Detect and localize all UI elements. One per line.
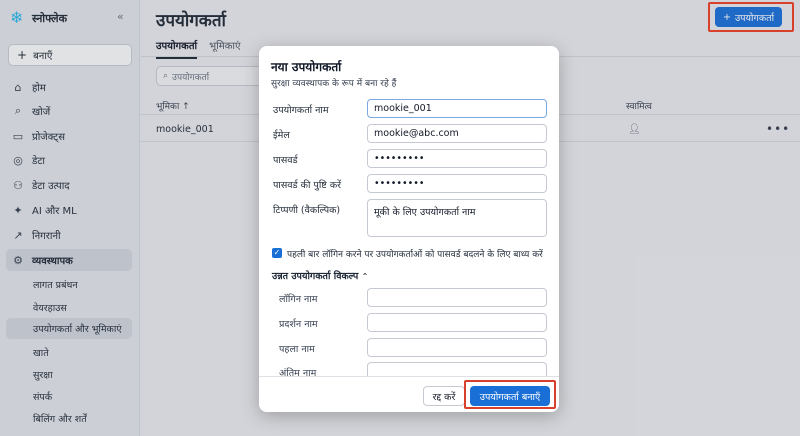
cancel-button[interactable]: रद्द करें: [423, 386, 465, 406]
highlight-box-create-user: [708, 2, 794, 32]
email-label: ईमेल: [273, 130, 290, 141]
dialog-title: नया उपयोगकर्ता: [271, 60, 342, 74]
username-label: उपयोगकर्ता नाम: [273, 105, 329, 116]
advanced-options-label: उन्नत उपयोगकर्ता विकल्प: [272, 271, 359, 282]
new-user-dialog: नया उपयोगकर्ता सुरक्षा व्यवस्थापक के रूप…: [259, 46, 559, 412]
first-name-label: पहला नाम: [279, 344, 315, 355]
comment-label: टिप्पणी (वैकल्पिक): [273, 205, 341, 216]
username-field[interactable]: mookie_001: [367, 99, 547, 118]
advanced-options-toggle[interactable]: उन्नत उपयोगकर्ता विकल्प ⌃: [272, 269, 368, 282]
dialog-subtitle: सुरक्षा व्यवस्थापक के रूप में बना रहे है…: [271, 79, 397, 89]
force-reset-label: पहली बार लॉगिन करने पर उपयोगकर्ताओं को प…: [287, 250, 543, 260]
confirm-password-field[interactable]: •••••••••: [367, 174, 547, 193]
email-field[interactable]: mookie@abc.com: [367, 124, 547, 143]
password-label: पासवर्ड: [273, 155, 298, 166]
first-name-field[interactable]: [367, 338, 547, 357]
password-field[interactable]: •••••••••: [367, 149, 547, 168]
force-reset-checkbox[interactable]: ✓: [272, 248, 282, 258]
comment-field[interactable]: मूकी के लिए उपयोगकर्ता नाम: [367, 199, 547, 237]
highlight-box-submit: [464, 380, 556, 409]
display-name-field[interactable]: [367, 313, 547, 332]
display-name-label: प्रदर्शन नाम: [279, 319, 318, 330]
login-name-label: लॉगिन नाम: [279, 294, 318, 305]
confirm-password-label: पासवर्ड की पुष्टि करें: [273, 180, 342, 191]
chevron-up-icon: ⌃: [361, 272, 369, 281]
login-name-field[interactable]: [367, 288, 547, 307]
